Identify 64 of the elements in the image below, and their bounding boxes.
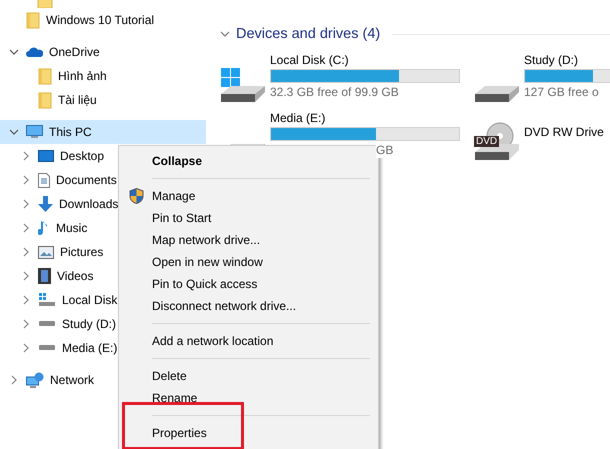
drive-free-space: 127 GB free o (524, 85, 600, 100)
chevron-right-icon[interactable] (23, 319, 29, 329)
drive-badge: DVD (474, 136, 500, 147)
nav-item[interactable]: Local Disk (62, 293, 118, 307)
nav-item[interactable]: Downloads (59, 197, 118, 211)
menu-item[interactable]: Collapse (152, 154, 202, 168)
menu-item[interactable]: Pin to Quick access (152, 277, 258, 291)
drive-icon (38, 345, 56, 351)
document-icon (38, 172, 50, 188)
nav-item[interactable]: Media (E:) (62, 341, 118, 355)
hard-drive-icon (474, 85, 520, 103)
chevron-right-icon[interactable] (23, 223, 29, 233)
folder-icon (37, 0, 53, 8)
menu-item[interactable]: Open in new window (152, 255, 263, 269)
film-icon (38, 268, 51, 284)
chevron-right-icon[interactable] (11, 375, 17, 385)
drive-free-space: 32.3 GB free of 99.9 GB (270, 85, 400, 100)
drive-icon (38, 321, 56, 327)
drive-name[interactable]: Local Disk (C:) (270, 52, 460, 68)
menu-item[interactable]: Map network drive... (152, 233, 260, 247)
chevron-right-icon[interactable] (23, 151, 29, 161)
chevron-down-icon[interactable] (9, 49, 19, 55)
drive-icon (38, 293, 56, 307)
picture-icon (38, 246, 54, 258)
nav-item[interactable]: Pictures (60, 245, 104, 259)
chevron-right-icon[interactable] (23, 343, 29, 353)
nav-item[interactable]: This PC (0, 120, 206, 144)
drive-name[interactable]: Study (D:) (524, 52, 610, 68)
folder-icon (38, 92, 52, 108)
chevron-right-icon[interactable] (23, 271, 29, 281)
folder-icon (38, 68, 52, 84)
nav-item[interactable]: Desktop (60, 149, 104, 163)
down-arrow-icon (38, 196, 53, 212)
desktop-icon (38, 150, 54, 162)
section-title: Devices and drives (4) (236, 26, 380, 42)
nav-item[interactable]: Hình ảnh (58, 69, 107, 83)
nav-item[interactable]: Windows 10 Tutorial (46, 13, 154, 27)
nav-item[interactable]: OneDrive (49, 45, 100, 59)
monitor-icon (26, 125, 43, 139)
nav-item[interactable]: Music (56, 221, 88, 235)
menu-item[interactable]: Properties (152, 426, 207, 440)
chevron-down-icon[interactable] (220, 31, 230, 37)
drive-name[interactable]: DVD RW Drive (524, 124, 604, 140)
menu-item[interactable]: Disconnect network drive... (152, 299, 296, 313)
nav-item[interactable]: Documents (56, 173, 117, 187)
menu-item[interactable]: Add a network location (152, 334, 274, 348)
network-icon (26, 372, 44, 388)
nav-item[interactable]: Study (D:) (62, 317, 116, 331)
menu-item[interactable]: Rename (152, 391, 198, 405)
music-note-icon (38, 220, 50, 236)
drive-name[interactable]: Media (E:) (270, 110, 460, 126)
chevron-right-icon[interactable] (23, 247, 29, 257)
chevron-down-icon[interactable] (9, 129, 19, 135)
folder-icon (26, 12, 40, 28)
menu-item[interactable]: Manage (152, 189, 196, 203)
nav-item[interactable]: Videos (57, 269, 94, 283)
nav-item[interactable]: Tài liệu (58, 93, 97, 107)
cloud-icon (26, 46, 43, 58)
nav-item[interactable]: Network (50, 373, 94, 387)
menu-item[interactable]: Pin to Start (152, 211, 212, 225)
chevron-right-icon[interactable] (23, 199, 29, 209)
chevron-right-icon[interactable] (23, 295, 29, 305)
chevron-right-icon[interactable] (23, 175, 29, 185)
menu-item[interactable]: Delete (152, 369, 187, 383)
